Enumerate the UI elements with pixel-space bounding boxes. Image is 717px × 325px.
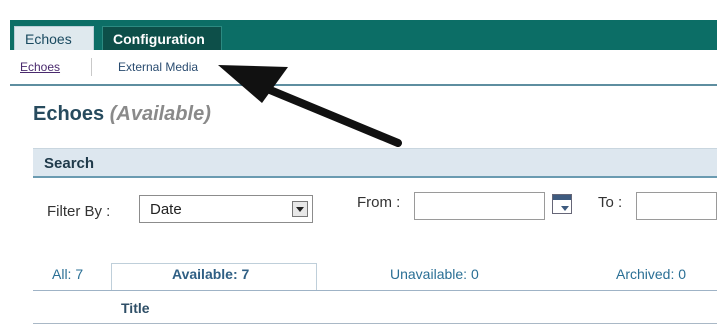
search-panel-header: Search	[33, 148, 717, 178]
filter-by-selected-value: Date	[150, 201, 182, 218]
subnav-echoes-link[interactable]: Echoes	[20, 60, 60, 74]
calendar-icon[interactable]	[552, 194, 572, 214]
filter-by-select[interactable]: Date	[139, 195, 313, 223]
filter-by-label: Filter By :	[47, 203, 111, 220]
subnav-separator	[91, 58, 92, 76]
sub-navigation: Echoes External Media	[10, 50, 717, 86]
subnav-external-media-link[interactable]: External Media	[118, 60, 198, 74]
tab-available[interactable]: Available: 7	[172, 266, 249, 282]
chevron-down-icon[interactable]	[292, 201, 308, 217]
column-header-title[interactable]: Title	[121, 300, 150, 316]
to-label: To :	[598, 194, 623, 211]
from-label: From :	[357, 194, 401, 211]
tab-configuration[interactable]: Configuration	[102, 26, 222, 50]
page-title-main: Echoes	[33, 103, 105, 125]
page-title: Echoes (Available)	[33, 103, 211, 126]
top-tab-bar: Echoes Configuration	[10, 20, 717, 50]
tab-echoes[interactable]: Echoes	[14, 26, 94, 50]
tab-unavailable[interactable]: Unavailable: 0	[390, 266, 479, 282]
page-title-status: (Available)	[109, 103, 211, 125]
tab-all[interactable]: All: 7	[52, 266, 83, 282]
from-date-input[interactable]	[414, 192, 545, 220]
tab-archived[interactable]: Archived: 0	[616, 266, 686, 282]
search-heading: Search	[44, 155, 95, 172]
to-date-input[interactable]	[636, 192, 717, 220]
table-divider	[33, 323, 717, 324]
tabs-divider	[33, 290, 717, 291]
